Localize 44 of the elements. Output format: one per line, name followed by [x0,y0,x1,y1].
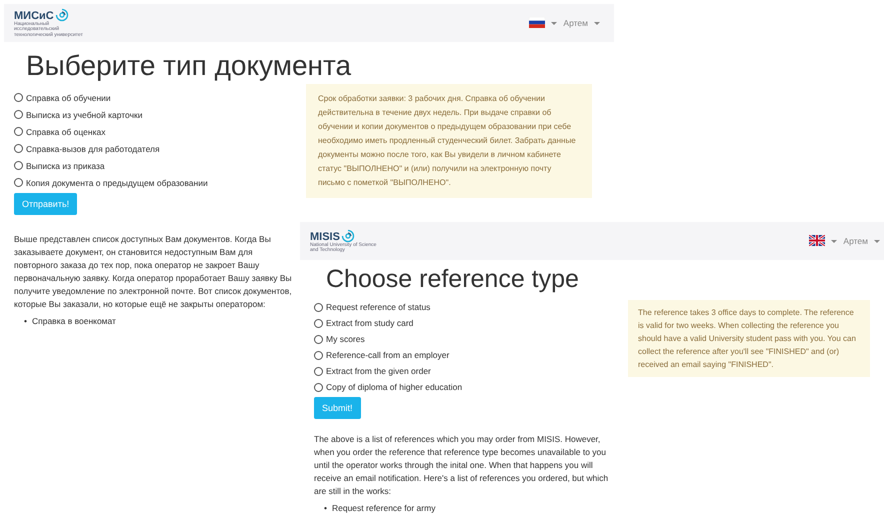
logo-text: MISIS [310,230,340,242]
option-label[interactable]: My scores [326,334,365,344]
radio-button[interactable] [314,366,323,376]
bullet-marker: • [324,502,327,516]
option-label[interactable]: Копия документа о предыдущем образовании [26,178,208,188]
caret-icon[interactable] [594,22,600,24]
option-label[interactable]: Справка-вызов для работодателя [26,144,160,154]
flag-icon [529,16,546,28]
radio-button[interactable] [14,144,23,153]
caret-icon[interactable] [831,240,838,242]
option-label[interactable]: Request reference of status [326,302,430,312]
radio-button[interactable] [14,161,23,170]
notice-box: The reference takes 3 office days to complete. The reference is valid for two weeks. When collecting the reference you should have a valid University student pass with you. You can collect the reference after you'll see "FINISHED" and (or) received an email saying "FINISHED". [628,300,870,377]
radio-button[interactable] [14,93,23,102]
radio-button[interactable] [314,382,323,392]
notice-box: Срок обработки заявки: 3 рабочих дня. Справка об обучении действительна в течение двух недель. При выдаче справки об обучении и копии документов о предыдущем образовании при себе необходимо иметь продленный студенческий билет. Забрать данные документы можно после того, как Вы увидели в личном кабинете статус "ВЫПОЛНЕНО" и (или) получили на электронную почту письмо с пометкой "ВЫПОЛНЕНО". [306,84,592,198]
description-paragraph: The above is a list of references which you may order from MISIS. However, when you order the reference that reference type becomes unavailable to you until the operator works through the inital one. When that happens you will receive an email notification. Here's a list of references you ordered, but which are still in the works: [314,433,610,498]
radio-button[interactable] [314,334,323,344]
caret-icon[interactable] [551,22,558,24]
option-label[interactable]: Выписка из приказа [26,160,105,170]
description-paragraph: Выше представлен список доступных Вам документов. Когда Вы заказываете документ, он становится недоступным Вам для повторного заказа до тех пор, пока оператор не закроет Вашу первоначальную заявку. Когда оператор проработает Вашу заявку Вы получите уведомление по электронной почте. Вот список документов, которые Вы заказали, но которые ещё не закрыты оператором: [14,233,292,311]
option-label[interactable]: Справка об оценках [26,126,106,136]
radio-button[interactable] [14,127,23,136]
option-label[interactable]: Extract from study card [326,318,414,328]
option-label[interactable]: Справка об обучении [26,92,111,102]
bullet-marker: • [24,315,27,328]
ordered-item: Справка в военкомат [32,315,116,328]
page-heading: Выберите тип документа [26,49,352,83]
caret-icon[interactable] [874,240,880,242]
option-label[interactable]: Copy of diploma of higher education [326,382,462,392]
option-label[interactable]: Extract from the given order [326,366,431,376]
option-label[interactable]: Выписка из учебной карточки [26,110,142,120]
radio-button[interactable] [314,302,323,312]
ordered-item: Request reference for army [332,502,436,516]
logo-rings-icon [54,8,69,22]
option-label[interactable]: Reference-call from an employer [326,350,450,360]
radio-button[interactable] [14,110,23,119]
page-heading: Choose reference type [326,264,579,295]
radio-button[interactable] [314,350,323,360]
radio-button[interactable] [14,178,23,187]
flag-icon [809,234,826,246]
logo-rings-icon [340,228,355,242]
logo-text: МИСиС [14,10,54,22]
radio-button[interactable] [314,318,323,328]
